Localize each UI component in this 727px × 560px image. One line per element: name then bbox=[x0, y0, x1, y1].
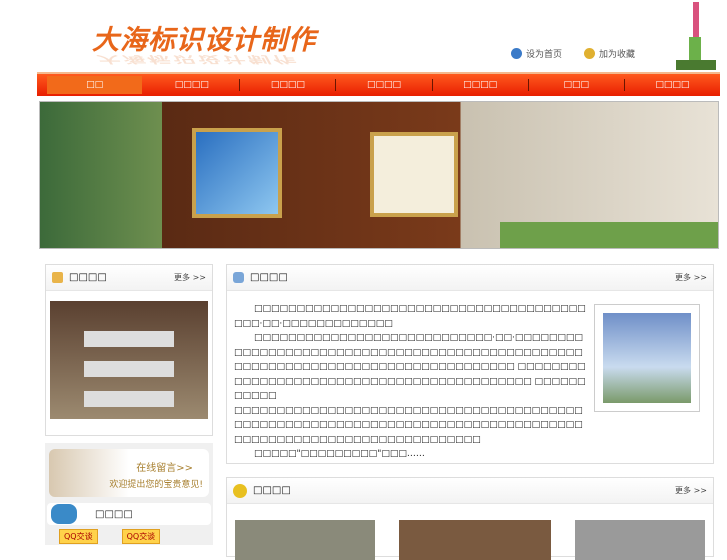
nav-item[interactable]: □□□□ bbox=[433, 79, 529, 91]
main-nav: □□ □□□□ □□□□ □□□□ □□□□ □□□ □□□□ bbox=[37, 72, 720, 96]
qq-chat-button[interactable]: QQ交谈 bbox=[121, 529, 161, 544]
about-title: □□□□ bbox=[250, 272, 288, 283]
products-title: □□□□ bbox=[253, 485, 291, 496]
case-image[interactable] bbox=[50, 301, 208, 419]
contact-title: □□□□ bbox=[95, 508, 133, 520]
product-image[interactable] bbox=[235, 520, 375, 560]
about-more-link[interactable]: 更多 >> bbox=[675, 272, 707, 283]
nav-item-home[interactable]: □□ bbox=[47, 76, 143, 94]
home-icon bbox=[511, 48, 522, 59]
cases-panel: □□□□ 更多 >> bbox=[45, 264, 213, 436]
qq-chat-button[interactable]: QQ交谈 bbox=[59, 529, 98, 544]
message-title: 在线留言>> bbox=[136, 463, 193, 474]
nav-item[interactable]: □□□ bbox=[529, 79, 625, 91]
set-home-label: 设为首页 bbox=[526, 50, 563, 60]
nav-item[interactable]: □□□□ bbox=[144, 79, 241, 91]
product-image[interactable] bbox=[575, 520, 705, 560]
folder-icon bbox=[52, 272, 63, 283]
products-panel: □□□□ 更多 >> bbox=[226, 477, 714, 560]
building-image bbox=[594, 304, 700, 412]
smiley-icon bbox=[233, 483, 247, 498]
products-more-link[interactable]: 更多 >> bbox=[675, 485, 707, 496]
banner-image bbox=[39, 101, 719, 249]
card-icon bbox=[233, 272, 244, 283]
tower-image bbox=[676, 2, 716, 70]
sidebar-box: 在线留言>> 欢迎提出您的宝贵意见! □□□□ QQ交谈 QQ交谈 bbox=[45, 443, 213, 545]
telephone-icon bbox=[51, 504, 77, 524]
nav-item[interactable]: □□□□ bbox=[625, 79, 720, 91]
nav-item[interactable]: □□□□ bbox=[336, 79, 433, 91]
product-image[interactable] bbox=[399, 520, 551, 560]
favorite-icon bbox=[584, 48, 595, 59]
online-message-banner[interactable]: 在线留言>> 欢迎提出您的宝贵意见! bbox=[49, 449, 209, 497]
nav-item[interactable]: □□□□ bbox=[240, 79, 337, 91]
cases-title: □□□□ bbox=[69, 272, 107, 283]
set-home-link[interactable]: 设为首页 bbox=[511, 47, 562, 60]
logo: 大海标识设计制作 bbox=[92, 25, 316, 56]
cases-more-link[interactable]: 更多 >> bbox=[174, 272, 206, 283]
add-favorite-label: 加为收藏 bbox=[599, 50, 636, 60]
message-subtitle: 欢迎提出您的宝贵意见! bbox=[109, 480, 203, 490]
about-text: □□□□□□□□□□□□□□□□□□□□□□□□□□□□□□□□□□□□□□□□… bbox=[234, 304, 586, 459]
add-favorite-link[interactable]: 加为收藏 bbox=[584, 47, 635, 60]
